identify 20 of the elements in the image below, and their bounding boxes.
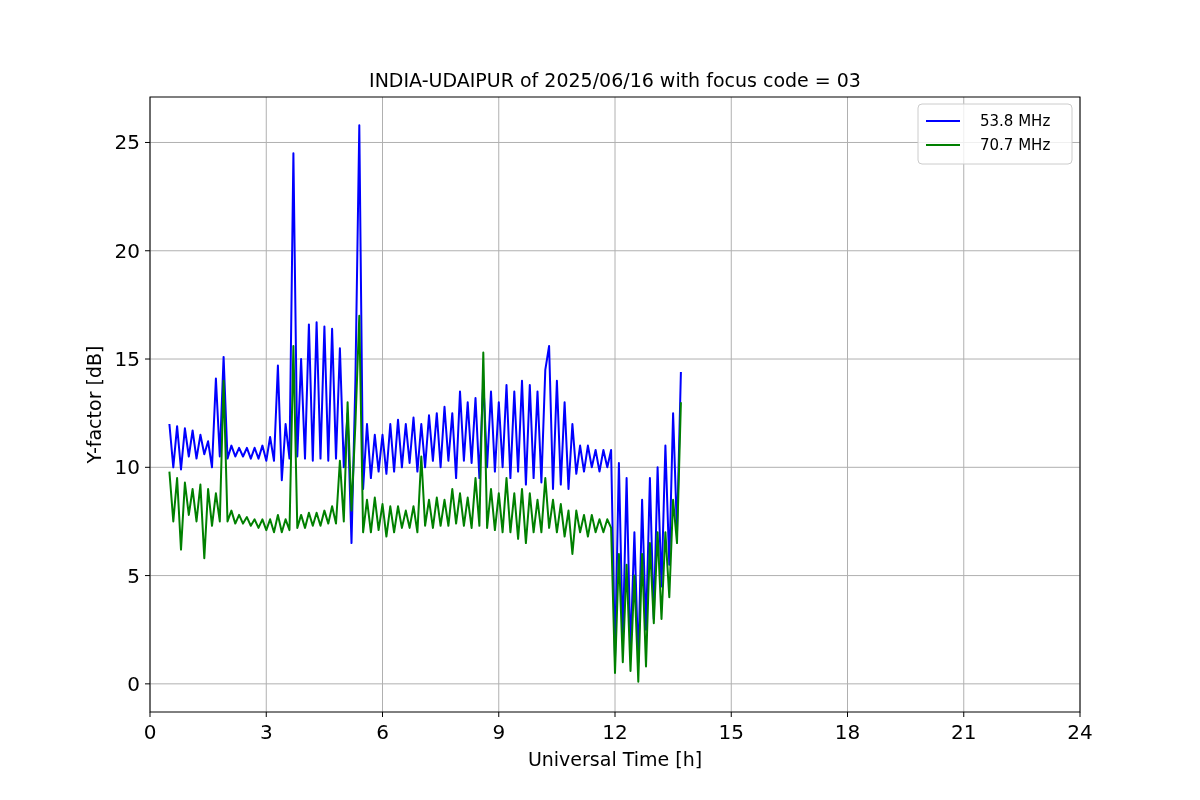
tick-label: 15 <box>114 347 140 371</box>
tick-label: 18 <box>834 720 861 744</box>
tick-label: 0 <box>127 671 140 696</box>
tick-label: 24 <box>1067 720 1093 744</box>
tick-label: 9 <box>492 720 506 744</box>
tick-label: 21 <box>951 720 977 744</box>
tick-label: 20 <box>114 238 140 263</box>
tick-label: 3 <box>259 720 273 744</box>
chart-title: INDIA-UDAIPUR of 2025/06/16 with focus code = 03 <box>369 69 861 91</box>
legend-label: 53.8 MHz <box>980 112 1051 130</box>
tick-label: 25 <box>114 130 140 155</box>
tick-label: 12 <box>602 720 628 744</box>
y-axis-label: Y-factor [dB] <box>83 345 105 464</box>
tick-label: 6 <box>376 720 389 744</box>
tick-label: 15 <box>718 720 744 744</box>
tick-label: 10 <box>114 455 140 480</box>
tick-label: 5 <box>127 563 140 588</box>
legend-label: 70.7 MHz <box>980 136 1051 154</box>
tick-label: 0 <box>143 720 157 744</box>
x-axis-label: Universal Time [h] <box>527 748 703 770</box>
